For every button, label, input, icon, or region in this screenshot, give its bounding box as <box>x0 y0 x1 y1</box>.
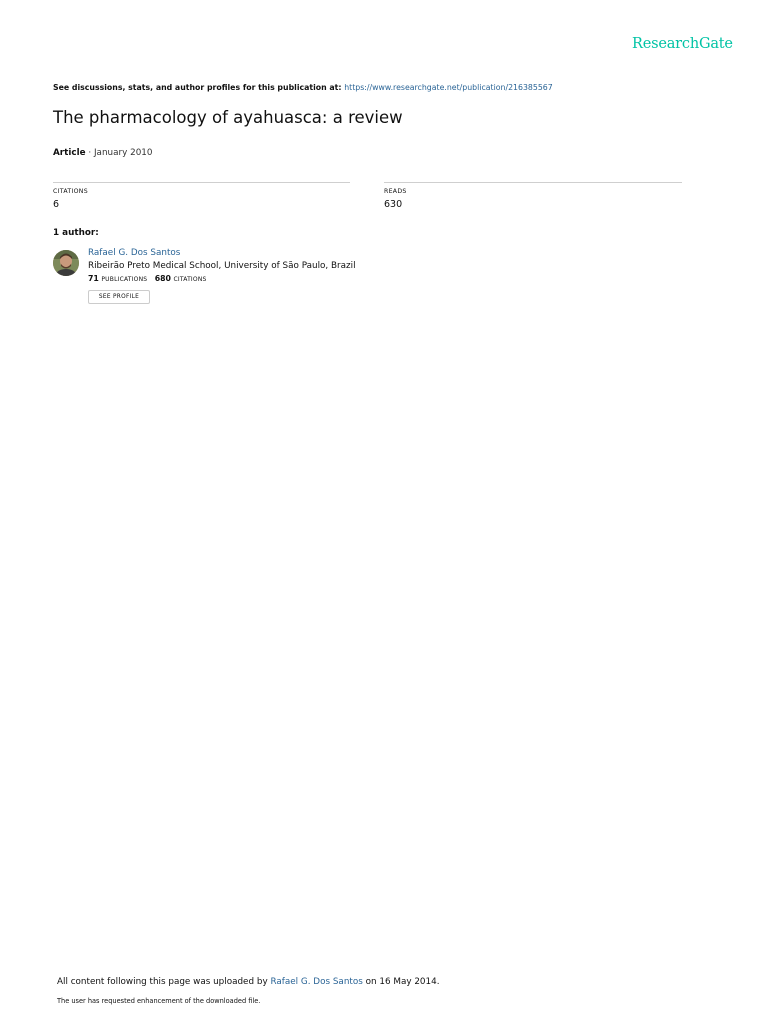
upload-suffix: on 16 May 2014. <box>362 977 440 987</box>
upload-info: All content following this page was uplo… <box>57 977 440 987</box>
publication-type: Article <box>53 148 86 158</box>
reads-value: 630 <box>384 199 403 210</box>
discussion-line: See discussions, stats, and author profi… <box>53 83 553 92</box>
publication-url-link[interactable]: https://www.researchgate.net/publication… <box>344 83 553 92</box>
publication-meta: Article · January 2010 <box>53 148 153 158</box>
author-citations-label: CITATIONS <box>173 276 207 283</box>
avatar-photo-icon <box>53 250 79 276</box>
author-institution: Ribeirão Preto Medical School, Universit… <box>88 261 356 271</box>
citations-label: CITATIONS <box>53 188 88 195</box>
researchgate-logo[interactable]: ResearchGate <box>632 36 733 52</box>
citations-divider <box>53 182 350 183</box>
author-stats: 71 PUBLICATIONS 680 CITATIONS <box>88 274 207 283</box>
author-name-link[interactable]: Rafael G. Dos Santos <box>88 248 180 258</box>
authors-heading: 1 author: <box>53 228 99 238</box>
author-citations-count: 680 <box>154 274 171 283</box>
reads-label: READS <box>384 188 407 195</box>
author-publications-label: PUBLICATIONS <box>101 276 148 283</box>
reads-divider <box>384 182 682 183</box>
see-profile-button[interactable]: SEE PROFILE <box>88 290 150 304</box>
uploader-link[interactable]: Rafael G. Dos Santos <box>270 977 362 987</box>
publication-date: · January 2010 <box>85 148 153 158</box>
upload-prefix: All content following this page was uplo… <box>57 977 271 987</box>
discussion-text: See discussions, stats, and author profi… <box>53 83 345 92</box>
author-publications-count: 71 <box>88 274 99 283</box>
enhancement-note: The user has requested enhancement of th… <box>57 997 261 1005</box>
citations-value: 6 <box>53 199 60 210</box>
publication-title: The pharmacology of ayahuasca: a review <box>53 108 403 127</box>
author-avatar[interactable] <box>53 250 79 276</box>
